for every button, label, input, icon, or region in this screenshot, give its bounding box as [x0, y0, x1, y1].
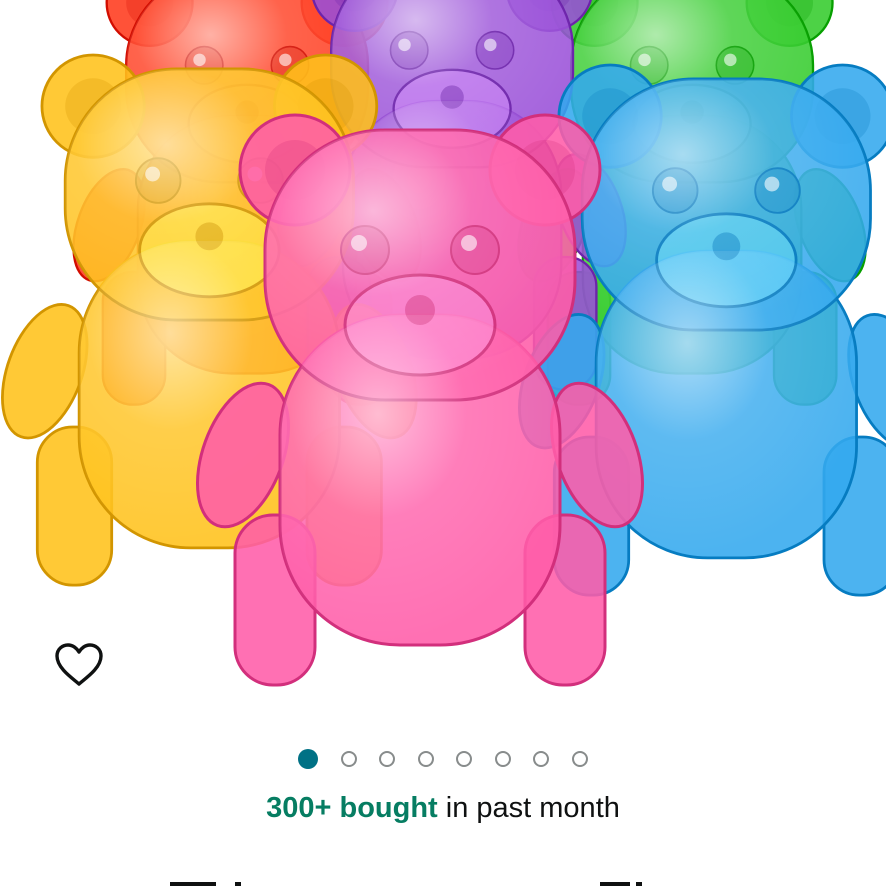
bought-in-past-month: 300+ bought in past month [0, 792, 886, 825]
image-pagination-dots [0, 746, 886, 772]
pagination-dot[interactable] [533, 751, 550, 767]
cropped-text-fragment [600, 882, 630, 886]
cropped-text-fragment [170, 882, 210, 886]
pagination-dot[interactable] [379, 751, 396, 767]
pagination-dot[interactable] [298, 749, 319, 769]
delivery-row-partial [0, 866, 886, 886]
bought-count: 300+ bought [266, 792, 438, 824]
pagination-dot[interactable] [340, 751, 357, 767]
cropped-text-fragment [210, 882, 216, 886]
product-image[interactable] [0, 0, 886, 730]
pagination-dot[interactable] [494, 751, 511, 767]
wishlist-button[interactable] [50, 638, 108, 692]
product-page: 300+ bought in past month [0, 0, 886, 886]
pagination-dot[interactable] [571, 751, 588, 767]
heart-outline-icon [55, 643, 103, 686]
bought-suffix: in past month [437, 792, 620, 824]
pink-bear [195, 113, 645, 687]
cropped-text-fragment [235, 882, 241, 886]
cropped-text-fragment [636, 882, 642, 886]
product-image-carousel[interactable] [0, 0, 886, 730]
pagination-dot[interactable] [456, 751, 473, 767]
pagination-dot[interactable] [417, 751, 434, 767]
